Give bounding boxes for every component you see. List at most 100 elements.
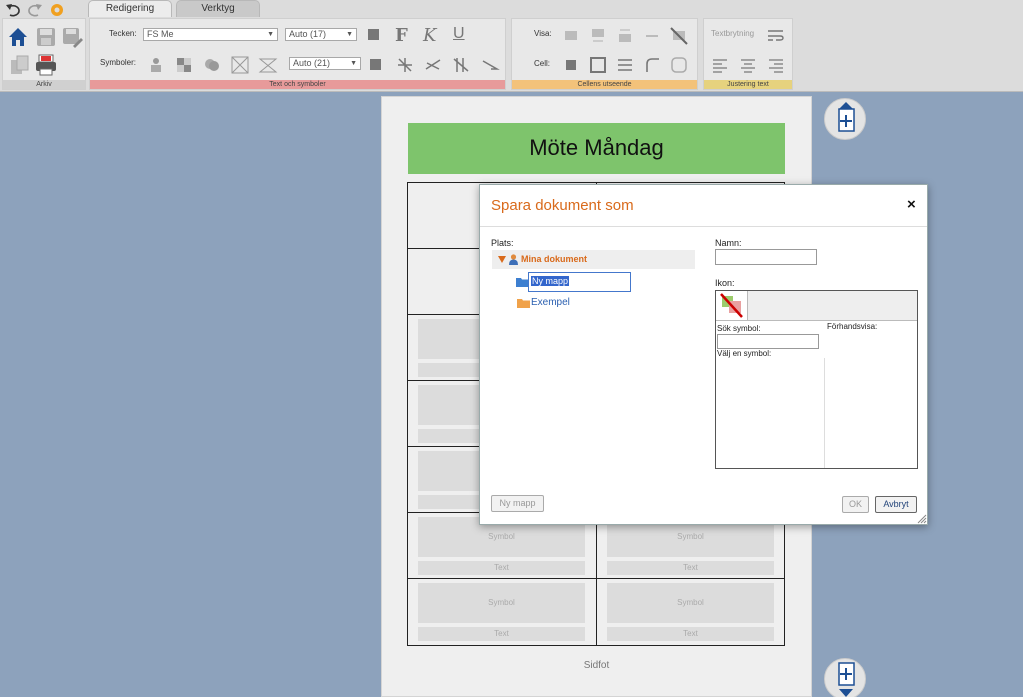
tree-item-label: Mina dokument: [521, 254, 588, 264]
textbrytning-label[interactable]: Textbrytning: [711, 29, 754, 38]
chevron-down-icon: ▼: [267, 31, 274, 38]
text-wrap-icon[interactable]: [766, 25, 786, 45]
cell-label: Cell:: [534, 59, 551, 68]
group-label-text-symbols: Text och symboler: [90, 80, 505, 89]
add-page-below-button[interactable]: [824, 658, 866, 697]
plats-label: Plats:: [491, 238, 514, 248]
show-symbol-text-icon[interactable]: [588, 26, 608, 46]
folder-icon: [517, 298, 530, 308]
show-text-symbol-icon[interactable]: [615, 26, 635, 46]
italic-icon[interactable]: K: [423, 25, 443, 46]
symbol-cross-icon[interactable]: [395, 55, 415, 75]
ribbon-group-cell-appearance: Visa: Cell: Cellens utseende: [511, 18, 698, 90]
tecken-label: Tecken:: [109, 29, 137, 38]
undo-icon[interactable]: [4, 2, 22, 18]
show-text-icon[interactable]: [642, 26, 662, 46]
cell-symbol-placeholder: Symbol: [418, 583, 585, 623]
group-label-arkiv: Arkiv: [3, 80, 85, 89]
cell-text-placeholder: Text: [418, 627, 585, 641]
align-left-icon[interactable]: [710, 55, 730, 75]
tree-item-exempel[interactable]: Exempel: [531, 297, 570, 308]
close-icon[interactable]: ×: [907, 196, 916, 213]
new-folder-name-input[interactable]: Ny mapp: [528, 272, 631, 292]
cell-text-placeholder: Text: [607, 561, 774, 575]
underline-icon[interactable]: U: [453, 25, 473, 45]
symbol-mirror-icon[interactable]: [230, 55, 250, 75]
new-folder-name-value: Ny mapp: [531, 276, 570, 286]
add-page-down-icon: [838, 662, 855, 697]
page-footer[interactable]: Sidfot: [381, 660, 812, 671]
cell-text-placeholder: Text: [607, 627, 774, 641]
ribbon-group-text-symbols: Tecken: FS Me ▼ Auto (17) ▼ F K U Symboler…: [89, 18, 506, 90]
chevron-down-icon: ▼: [346, 31, 353, 38]
expand-arrow-icon[interactable]: [498, 256, 506, 263]
ribbon: Verktyg Redigering Arkiv Tecken: FS Me ▼ …: [0, 0, 1023, 92]
pdf-print-icon[interactable]: [35, 54, 57, 76]
cell-text-placeholder: Text: [418, 561, 585, 575]
icon-picker-header: [716, 291, 917, 321]
search-symbol-input[interactable]: [717, 334, 819, 349]
icon-picker: Sök symbol: Förhandsvisa: Välj en symbol…: [715, 290, 918, 469]
name-input[interactable]: [715, 249, 817, 265]
align-right-icon[interactable]: [766, 55, 786, 75]
hide-all-icon[interactable]: [669, 26, 689, 46]
resize-grip-icon[interactable]: [917, 514, 927, 524]
cell-border-icon[interactable]: [588, 55, 608, 75]
font-select[interactable]: FS Me ▼: [143, 28, 278, 41]
home-icon[interactable]: [7, 26, 29, 48]
symbol-negate-icon[interactable]: [451, 55, 471, 75]
font-select-value: FS Me: [147, 29, 174, 39]
symbol-style-2-icon[interactable]: [174, 55, 194, 75]
text-color-icon[interactable]: [364, 25, 384, 45]
save-icon[interactable]: [35, 26, 57, 48]
save-as-icon[interactable]: [61, 26, 83, 48]
save-as-dialog: Spara dokument som × Plats: Mina dokumen…: [479, 184, 928, 525]
no-icon-button[interactable]: [716, 291, 748, 320]
cancel-button[interactable]: Avbryt: [875, 496, 917, 513]
align-center-icon[interactable]: [738, 55, 758, 75]
add-page-up-icon: [838, 102, 855, 132]
font-size-value: Auto (17): [289, 29, 327, 39]
dialog-divider: [480, 226, 927, 227]
symbol-strike-icon[interactable]: [423, 55, 443, 75]
grid-cell[interactable]: Symbol Text: [596, 579, 784, 645]
chevron-down-icon: ▼: [350, 60, 357, 67]
symbol-style-3-icon[interactable]: [202, 55, 222, 75]
symbol-color-icon[interactable]: [366, 55, 386, 75]
group-label-cell-appearance: Cellens utseende: [512, 80, 697, 89]
bold-icon[interactable]: F: [395, 25, 415, 46]
add-page-above-button[interactable]: [824, 98, 866, 140]
font-size-select[interactable]: Auto (17) ▼: [285, 28, 357, 41]
cell-line-style-icon[interactable]: [615, 55, 635, 75]
settings-gear-icon[interactable]: [48, 2, 66, 18]
no-icon-icon: [720, 293, 743, 318]
open-icon[interactable]: [9, 54, 31, 76]
cell-corner-icon[interactable]: [642, 55, 662, 75]
tab-verktyg[interactable]: Verktyg: [176, 0, 260, 17]
ok-button[interactable]: OK: [842, 496, 869, 513]
symbol-arrow-icon[interactable]: [480, 55, 500, 75]
new-folder-button[interactable]: Ny mapp: [491, 495, 544, 512]
symbol-size-select[interactable]: Auto (21) ▼: [289, 57, 361, 70]
ribbon-group-justering: Textbrytning Justering text: [703, 18, 793, 90]
cell-fill-icon[interactable]: [561, 55, 581, 75]
symbol-size-value: Auto (21): [293, 58, 331, 68]
quick-access-toolbar: [4, 2, 66, 18]
cell-rounded-icon[interactable]: [669, 55, 689, 75]
visa-label: Visa:: [534, 29, 552, 38]
show-symbol-icon[interactable]: [561, 26, 581, 46]
document-title[interactable]: Möte Måndag: [408, 123, 785, 174]
grid-cell[interactable]: Symbol Text: [408, 579, 596, 645]
namn-label: Namn:: [715, 238, 742, 248]
valj-symbol-label: Välj en symbol:: [717, 349, 772, 358]
group-label-justering: Justering text: [704, 80, 792, 89]
symbol-flip-icon[interactable]: [258, 55, 278, 75]
tab-redigering[interactable]: Redigering: [88, 0, 172, 17]
symbol-style-1-icon[interactable]: [146, 55, 166, 75]
symbol-list[interactable]: [717, 358, 825, 468]
sok-symbol-label: Sök symbol:: [717, 324, 761, 333]
forhandsvisa-label: Förhandsvisa:: [827, 322, 878, 331]
redo-icon[interactable]: [26, 2, 44, 18]
tree-item-mina-dokument[interactable]: Mina dokument: [492, 250, 695, 269]
ikon-label: Ikon:: [715, 278, 735, 288]
